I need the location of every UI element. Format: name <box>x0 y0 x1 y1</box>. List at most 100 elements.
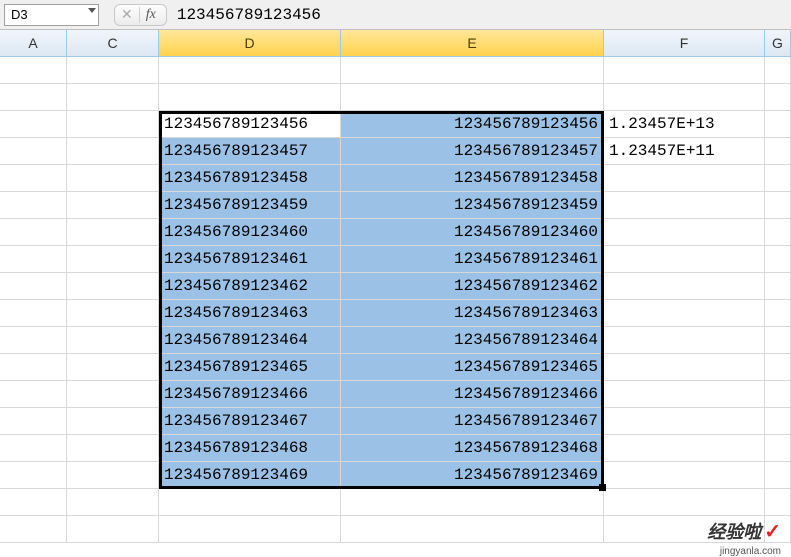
cell-A[interactable] <box>0 489 67 516</box>
cell-G[interactable] <box>765 219 791 246</box>
cell-G[interactable] <box>765 57 791 84</box>
cell-F[interactable] <box>604 246 765 273</box>
cell-C[interactable] <box>67 192 159 219</box>
cell-A[interactable] <box>0 246 67 273</box>
cell-C[interactable] <box>67 435 159 462</box>
cell-G[interactable] <box>765 408 791 435</box>
cell-A[interactable] <box>0 165 67 192</box>
cell-G[interactable] <box>765 192 791 219</box>
cell-E[interactable] <box>341 489 604 516</box>
formula-input[interactable]: 123456789123456 <box>177 6 321 24</box>
cell-A[interactable] <box>0 57 67 84</box>
cell-G[interactable] <box>765 84 791 111</box>
cell-E[interactable]: 123456789123457 <box>341 138 604 165</box>
cell-E[interactable]: 123456789123461 <box>341 246 604 273</box>
cell-A[interactable] <box>0 219 67 246</box>
cell-A[interactable] <box>0 138 67 165</box>
cell-C[interactable] <box>67 381 159 408</box>
cell-F[interactable] <box>604 354 765 381</box>
cell-A[interactable] <box>0 462 67 489</box>
cell-E[interactable]: 123456789123459 <box>341 192 604 219</box>
cell-A[interactable] <box>0 354 67 381</box>
cell-G[interactable] <box>765 246 791 273</box>
cell-D[interactable] <box>159 489 341 516</box>
cell-C[interactable] <box>67 327 159 354</box>
cell-D[interactable] <box>159 516 341 543</box>
cell-G[interactable] <box>765 435 791 462</box>
cell-A[interactable] <box>0 273 67 300</box>
cell-C[interactable] <box>67 516 159 543</box>
cell-A[interactable] <box>0 435 67 462</box>
cell-F[interactable] <box>604 84 765 111</box>
cell-A[interactable] <box>0 327 67 354</box>
cell-D[interactable]: 123456789123468 <box>159 435 341 462</box>
cell-D[interactable]: 123456789123465 <box>159 354 341 381</box>
cell-A[interactable] <box>0 111 67 138</box>
name-box[interactable]: D3 <box>4 4 99 26</box>
cancel-icon[interactable]: ✕ <box>119 6 139 23</box>
cell-G[interactable] <box>765 327 791 354</box>
cell-C[interactable] <box>67 138 159 165</box>
cell-A[interactable] <box>0 84 67 111</box>
cell-D[interactable]: 123456789123456 <box>159 111 341 138</box>
col-header-C[interactable]: C <box>67 30 159 56</box>
cell-G[interactable] <box>765 462 791 489</box>
cell-F[interactable] <box>604 192 765 219</box>
cell-G[interactable] <box>765 300 791 327</box>
cell-E[interactable] <box>341 84 604 111</box>
cell-E[interactable]: 123456789123462 <box>341 273 604 300</box>
col-header-E[interactable]: E <box>341 30 604 56</box>
cell-C[interactable] <box>67 84 159 111</box>
cell-F[interactable] <box>604 57 765 84</box>
cell-F[interactable]: 1.23457E+13 <box>604 111 765 138</box>
cell-C[interactable] <box>67 462 159 489</box>
cell-A[interactable] <box>0 300 67 327</box>
cell-F[interactable] <box>604 435 765 462</box>
cell-C[interactable] <box>67 219 159 246</box>
fx-icon[interactable]: fx <box>139 7 162 23</box>
cell-D[interactable]: 123456789123459 <box>159 192 341 219</box>
col-header-F[interactable]: F <box>604 30 765 56</box>
cell-E[interactable] <box>341 516 604 543</box>
cell-A[interactable] <box>0 516 67 543</box>
cell-D[interactable] <box>159 57 341 84</box>
cell-G[interactable] <box>765 354 791 381</box>
cell-E[interactable]: 123456789123463 <box>341 300 604 327</box>
cell-A[interactable] <box>0 192 67 219</box>
cell-E[interactable] <box>341 57 604 84</box>
cell-F[interactable] <box>604 462 765 489</box>
cell-C[interactable] <box>67 489 159 516</box>
cell-F[interactable] <box>604 300 765 327</box>
cell-C[interactable] <box>67 246 159 273</box>
cell-F[interactable] <box>604 489 765 516</box>
cell-D[interactable]: 123456789123457 <box>159 138 341 165</box>
cell-E[interactable]: 123456789123465 <box>341 354 604 381</box>
col-header-G[interactable]: G <box>765 30 791 56</box>
cell-D[interactable]: 123456789123464 <box>159 327 341 354</box>
cell-A[interactable] <box>0 408 67 435</box>
cell-C[interactable] <box>67 300 159 327</box>
cell-D[interactable]: 123456789123461 <box>159 246 341 273</box>
cell-D[interactable]: 123456789123462 <box>159 273 341 300</box>
cell-F[interactable] <box>604 219 765 246</box>
cell-E[interactable]: 123456789123458 <box>341 165 604 192</box>
cell-E[interactable]: 123456789123467 <box>341 408 604 435</box>
cell-D[interactable]: 123456789123460 <box>159 219 341 246</box>
cell-C[interactable] <box>67 57 159 84</box>
cell-D[interactable]: 123456789123463 <box>159 300 341 327</box>
dropdown-icon[interactable] <box>88 8 96 13</box>
cell-F[interactable] <box>604 327 765 354</box>
cell-C[interactable] <box>67 111 159 138</box>
cell-A[interactable] <box>0 381 67 408</box>
cell-G[interactable] <box>765 165 791 192</box>
cell-D[interactable] <box>159 84 341 111</box>
cell-C[interactable] <box>67 165 159 192</box>
cell-E[interactable]: 123456789123464 <box>341 327 604 354</box>
cell-C[interactable] <box>67 408 159 435</box>
cell-E[interactable]: 123456789123469 <box>341 462 604 489</box>
cell-G[interactable] <box>765 111 791 138</box>
cell-D[interactable]: 123456789123466 <box>159 381 341 408</box>
cell-G[interactable] <box>765 138 791 165</box>
cell-E[interactable]: 123456789123456 <box>341 111 604 138</box>
cell-E[interactable]: 123456789123468 <box>341 435 604 462</box>
